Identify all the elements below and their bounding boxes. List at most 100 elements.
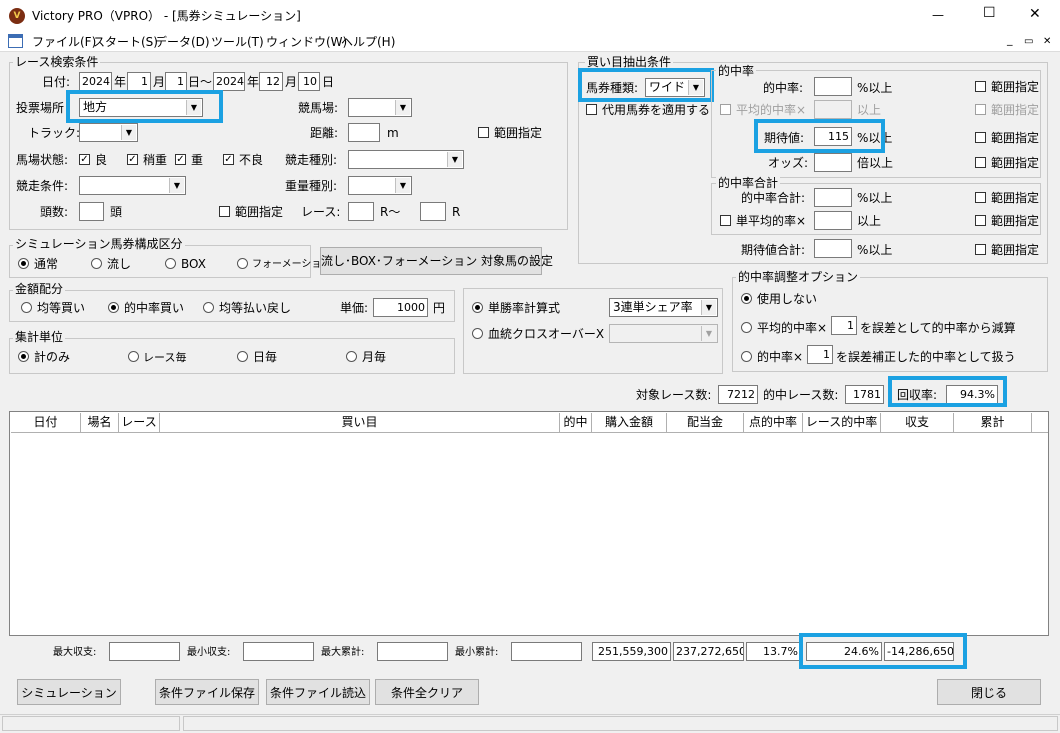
ev-range-checkbox[interactable] bbox=[975, 132, 986, 143]
col-balance[interactable]: 収支 bbox=[881, 413, 954, 432]
odds-range-label: 範囲指定 bbox=[991, 156, 1040, 170]
col-race[interactable]: レース bbox=[119, 413, 160, 432]
odds-range-checkbox[interactable] bbox=[975, 157, 986, 168]
single-avg-input[interactable] bbox=[814, 211, 852, 230]
money-equal-radio[interactable] bbox=[21, 302, 32, 313]
col-race-hitrate[interactable]: レース的中率 bbox=[803, 413, 881, 432]
target-horse-settings-button[interactable]: 流し･BOX･フォーメーション 対象馬の設定 bbox=[320, 247, 553, 275]
money-equal-payout-radio[interactable] bbox=[203, 302, 214, 313]
weight-select[interactable]: ▼ bbox=[348, 176, 412, 195]
save-conditions-button[interactable]: 条件ファイル保存 bbox=[155, 679, 259, 705]
weight-label: 重量種別: bbox=[285, 179, 338, 193]
comp-nagashi-radio[interactable] bbox=[91, 258, 102, 269]
cond-heavy-checkbox[interactable]: ✓ bbox=[175, 154, 186, 165]
race-cond-select[interactable]: ▼ bbox=[79, 176, 186, 195]
results-table[interactable] bbox=[9, 411, 1049, 636]
race-from-input[interactable] bbox=[348, 202, 374, 221]
substitute-ticket-checkbox[interactable] bbox=[586, 104, 597, 115]
avg-range-checkbox[interactable] bbox=[975, 104, 986, 115]
odds-input[interactable] bbox=[814, 153, 852, 172]
chevron-down-icon: ▼ bbox=[121, 125, 136, 140]
start-month-input[interactable]: 1 bbox=[127, 72, 151, 91]
mdi-minimize-button[interactable]: _ bbox=[1007, 33, 1013, 47]
menu-file[interactable]: ファイル(F) bbox=[32, 35, 96, 49]
col-payout[interactable]: 配当金 bbox=[667, 413, 744, 432]
adjust-avg-radio[interactable] bbox=[741, 322, 752, 333]
comp-formation-radio[interactable] bbox=[237, 258, 248, 269]
col-point-hitrate[interactable]: 点的中率 bbox=[744, 413, 803, 432]
hitrate-input[interactable] bbox=[814, 77, 852, 96]
cond-good-checkbox[interactable]: ✓ bbox=[79, 154, 90, 165]
adjust-hit-radio[interactable] bbox=[741, 351, 752, 362]
col-bet[interactable]: 買い目 bbox=[160, 413, 560, 432]
distance-input[interactable] bbox=[348, 123, 380, 142]
avg-hitrate-input[interactable] bbox=[814, 100, 852, 119]
chevron-down-icon: ▼ bbox=[169, 178, 184, 193]
adjust-avg-input[interactable]: 1 bbox=[831, 316, 857, 335]
race-unit: R bbox=[452, 205, 461, 219]
hitrate-sum-input[interactable] bbox=[814, 188, 852, 207]
avg-hitrate-checkbox[interactable] bbox=[720, 104, 731, 115]
comp-box-radio[interactable] bbox=[165, 258, 176, 269]
end-year-input[interactable]: 2024 bbox=[213, 72, 245, 91]
hitrate-range-checkbox[interactable] bbox=[975, 81, 986, 92]
win-rate-formula-select[interactable]: 3連単シェア率 ▼ bbox=[609, 298, 718, 317]
col-venue[interactable]: 場名 bbox=[81, 413, 119, 432]
adjust-none-radio[interactable] bbox=[741, 293, 752, 304]
point-hitrate-value: 13.7% bbox=[746, 642, 801, 661]
mdi-doc-icon bbox=[8, 34, 23, 48]
col-hit[interactable]: 的中 bbox=[560, 413, 592, 432]
cond-bad-checkbox[interactable]: ✓ bbox=[223, 154, 234, 165]
end-day-input[interactable]: 10 bbox=[298, 72, 320, 91]
heads-unit: 頭 bbox=[110, 205, 123, 219]
distance-range-checkbox[interactable] bbox=[478, 127, 489, 138]
ev-sum-range-checkbox[interactable] bbox=[975, 244, 986, 255]
start-year-input[interactable]: 2024 bbox=[79, 72, 112, 91]
close-button[interactable]: 閉じる bbox=[937, 679, 1041, 705]
track-select[interactable]: ▼ bbox=[79, 123, 138, 142]
track-name-select[interactable]: ▼ bbox=[348, 98, 412, 117]
win-rate-formula-radio[interactable] bbox=[472, 302, 483, 313]
heads-range-checkbox[interactable] bbox=[219, 206, 230, 217]
ev-sum-input[interactable] bbox=[814, 239, 852, 258]
unit-price-input[interactable]: 1000 bbox=[373, 298, 428, 317]
close-window-button[interactable]: ✕ bbox=[1029, 7, 1041, 21]
bloodline-radio[interactable] bbox=[472, 328, 483, 339]
money-hitrate-radio[interactable] bbox=[108, 302, 119, 313]
minimize-button[interactable]: — bbox=[932, 8, 944, 22]
hitrate-sum-range-checkbox[interactable] bbox=[975, 192, 986, 203]
heads-input[interactable] bbox=[79, 202, 104, 221]
mdi-restore-button[interactable]: ▭ bbox=[1024, 35, 1033, 49]
race-type-select[interactable]: ▼ bbox=[348, 150, 464, 169]
menu-start[interactable]: スタート(S) bbox=[93, 35, 158, 49]
single-avg-checkbox[interactable] bbox=[720, 215, 731, 226]
menu-tools[interactable]: ツール(T) bbox=[211, 35, 264, 49]
adjust-hit-input[interactable]: 1 bbox=[807, 345, 833, 364]
agg-total-radio[interactable] bbox=[18, 351, 29, 362]
min-cum-value bbox=[511, 642, 582, 661]
col-date[interactable]: 日付 bbox=[11, 413, 81, 432]
col-purchase[interactable]: 購入金額 bbox=[592, 413, 667, 432]
mdi-close-button[interactable]: ✕ bbox=[1043, 35, 1051, 49]
hitrate-sum-range-label: 範囲指定 bbox=[991, 191, 1040, 205]
end-month-input[interactable]: 12 bbox=[259, 72, 283, 91]
comp-normal-radio[interactable] bbox=[18, 258, 29, 269]
maximize-button[interactable]: ☐ bbox=[983, 6, 996, 20]
menu-data[interactable]: データ(D) bbox=[155, 35, 210, 49]
clear-conditions-button[interactable]: 条件全クリア bbox=[375, 679, 479, 705]
single-avg-range-checkbox[interactable] bbox=[975, 215, 986, 226]
menu-help[interactable]: ヘルプ(H) bbox=[341, 35, 395, 49]
race-to-input[interactable] bbox=[420, 202, 446, 221]
agg-month-radio[interactable] bbox=[346, 351, 357, 362]
menu-window[interactable]: ウィンドウ(W) bbox=[266, 35, 347, 49]
start-day-input[interactable]: 1 bbox=[165, 72, 187, 91]
load-conditions-button[interactable]: 条件ファイル読込 bbox=[266, 679, 370, 705]
cond-slightly-heavy-checkbox[interactable]: ✓ bbox=[127, 154, 138, 165]
simulate-button[interactable]: シミュレーション bbox=[17, 679, 121, 705]
col-cumulative[interactable]: 累計 bbox=[954, 413, 1032, 432]
agg-race-radio[interactable] bbox=[128, 351, 139, 362]
cond-good-label: 良 bbox=[95, 153, 108, 167]
agg-day-radio[interactable] bbox=[237, 351, 248, 362]
bloodline-select[interactable]: ▼ bbox=[609, 324, 718, 343]
avg-hitrate-unit: 以上 bbox=[857, 103, 882, 117]
